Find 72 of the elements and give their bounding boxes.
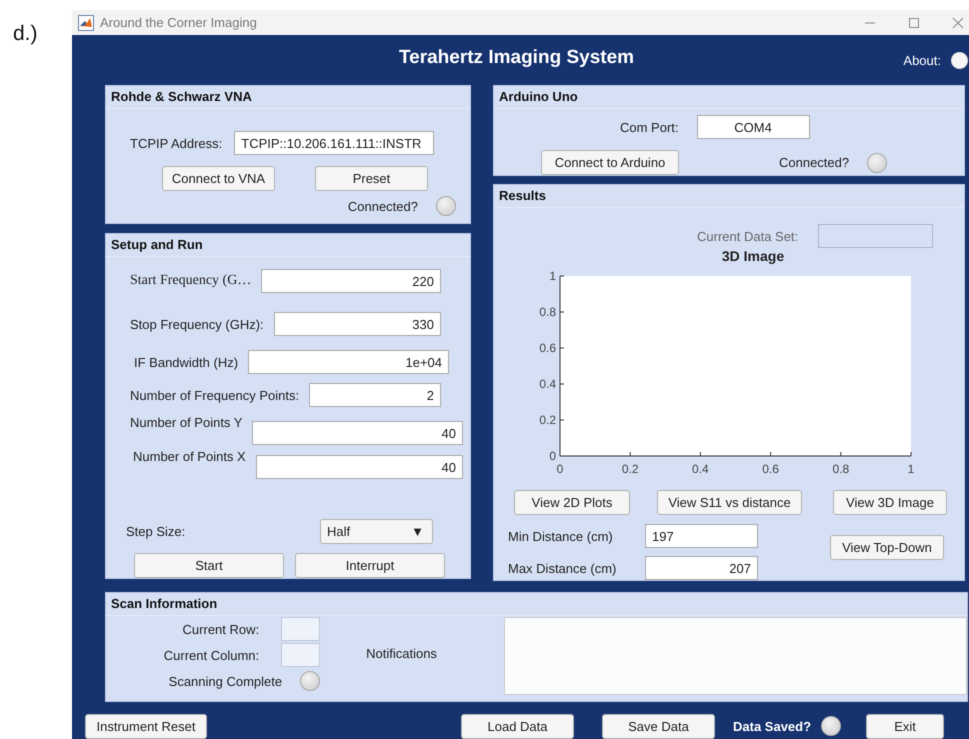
x-tick-label: 0.8	[832, 462, 850, 476]
distance-field[interactable]: 207	[645, 556, 758, 580]
field-label: Number of Frequency Points:	[130, 388, 300, 402]
action-button[interactable]: Preset	[315, 166, 428, 191]
x-tick-label: 1	[908, 462, 914, 476]
field-label: Stop Frequency (GHz):	[130, 316, 264, 332]
figure-label: d.)	[13, 22, 38, 46]
number-field[interactable]: 2	[309, 383, 441, 407]
x-tick-label: 0.4	[692, 462, 709, 476]
action-button[interactable]: Connect to VNA	[162, 166, 275, 191]
number-field[interactable]: 40	[256, 455, 463, 479]
status-label: Scanning Complete	[168, 674, 282, 688]
y-tick-label: 0.4	[539, 377, 556, 391]
y-tick-label: 1	[549, 269, 556, 283]
app-title: Terahertz Imaging System	[398, 47, 634, 69]
notifications-box[interactable]	[504, 617, 967, 695]
panel-title: Arduino Uno	[494, 86, 964, 109]
field-label: Number of Points Y	[130, 415, 242, 430]
field-label: Notifications	[366, 646, 437, 663]
y-tick-label: 0.8	[539, 305, 556, 319]
connect-button[interactable]: Connect to Arduino	[541, 150, 679, 175]
action-button[interactable]: Start	[134, 553, 284, 578]
app-icon	[78, 14, 94, 30]
y-tick-label: 0.2	[539, 413, 556, 427]
reset-button[interactable]: Instrument Reset	[85, 714, 207, 738]
panel-title: Scan Information	[106, 593, 967, 616]
field-label: Current Row:	[182, 622, 260, 636]
field-label: Current Data Set:	[697, 228, 798, 244]
field-label: Step Size:	[126, 524, 186, 539]
field-label: Com Port:	[620, 120, 679, 134]
about-label: About:	[903, 52, 941, 68]
view-button[interactable]: View 2D Plots	[514, 490, 630, 515]
com-port-field[interactable]: COM4	[696, 115, 810, 139]
y-tick-label: 0	[549, 449, 556, 463]
x-tick-label: 0.6	[762, 462, 779, 476]
number-field[interactable]: 220	[261, 269, 441, 293]
x-tick-label: 0.2	[622, 462, 639, 476]
number-field[interactable]: 330	[274, 312, 441, 336]
panel-title: Rohde & Schwarz VNA	[106, 86, 470, 109]
panel-title: Results	[494, 185, 964, 208]
step-size-dropdown[interactable]: Half ▼	[320, 519, 433, 544]
panel-title: Setup and Run	[106, 234, 470, 257]
current-column-field	[281, 643, 320, 667]
close-icon[interactable]	[952, 16, 964, 28]
distance-field[interactable]: 197	[645, 524, 758, 548]
about-lamp[interactable]	[951, 52, 968, 68]
view-button[interactable]: View 3D Image	[833, 490, 947, 515]
current-row-field	[281, 617, 320, 641]
field-label: Max Distance (cm)	[508, 560, 618, 576]
number-field[interactable]: 1e+04	[248, 350, 449, 374]
field-label: TCPIP Address:	[130, 136, 222, 150]
chart-title: 3D Image	[720, 248, 786, 264]
number-field[interactable]: 40	[252, 421, 463, 445]
status-label: Connected?	[779, 155, 850, 170]
field-label: Number of Points X	[133, 449, 246, 464]
maximize-icon[interactable]	[908, 16, 920, 28]
status-label: Data Saved?	[733, 718, 812, 734]
field-label: Current Column:	[164, 648, 260, 662]
y-tick-label: 0.6	[539, 341, 556, 355]
field-label: Start Frequency (G…	[130, 273, 252, 289]
view-button[interactable]: View S11 vs distance	[657, 490, 802, 515]
field-label: IF Bandwidth (Hz)	[134, 354, 238, 370]
window-title: Around the Corner Imaging	[100, 15, 257, 30]
status-label: Connected?	[348, 198, 418, 214]
x-tick-label: 0	[556, 462, 564, 476]
load-button[interactable]: Load Data	[461, 714, 574, 738]
view-button[interactable]: View Top-Down	[830, 535, 944, 560]
save-button[interactable]: Save Data	[602, 714, 715, 738]
address-field[interactable]: TCPIP::10.206.161.111::INSTR	[234, 131, 434, 155]
field-label: Min Distance (cm)	[508, 528, 614, 544]
action-button[interactable]: Interrupt	[295, 553, 445, 578]
exit-button[interactable]: Exit	[866, 714, 944, 738]
